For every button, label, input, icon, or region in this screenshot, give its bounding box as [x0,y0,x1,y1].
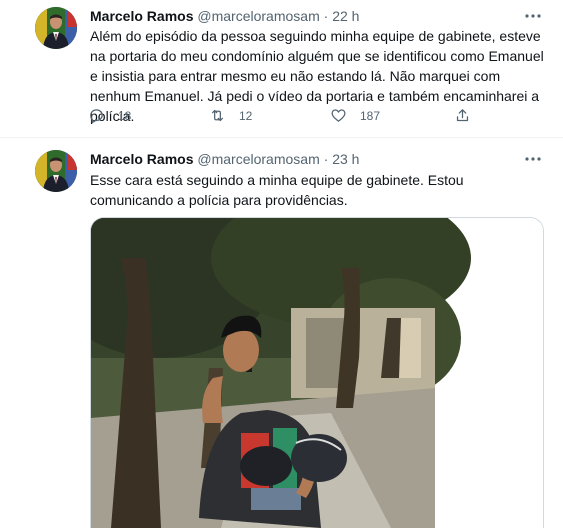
avatar[interactable] [35,150,77,192]
like-button[interactable]: 187 [330,107,380,124]
tweet-actions: 18 12 187 [88,107,488,129]
tweet-header: Marcelo Ramos @marceloramosam · 23 h [90,150,359,168]
retweet-icon [211,109,224,122]
tweet-media[interactable] [90,217,544,528]
share-icon [456,109,469,122]
photo [91,218,543,528]
tweet[interactable]: Marcelo Ramos @marceloramosam · 23 h Ess… [0,138,563,528]
tweet-header: Marcelo Ramos @marceloramosam · 22 h [90,7,359,25]
heart-icon [331,109,346,122]
reply-count: 18 [118,108,132,123]
author-name[interactable]: Marcelo Ramos [90,8,193,24]
reply-button[interactable]: 18 [88,107,131,124]
author-handle[interactable]: @marceloramosam [197,151,319,167]
more-dots-icon[interactable] [523,7,543,25]
separator: · [323,8,329,24]
avatar[interactable] [35,7,77,49]
tweet[interactable]: Marcelo Ramos @marceloramosam · 22 h Alé… [0,0,563,138]
retweet-count: 12 [239,108,253,123]
tweet-text: Esse cara está seguindo a minha equipe d… [90,172,464,208]
separator: · [323,151,329,167]
like-count: 187 [360,108,381,123]
more-dots-icon[interactable] [523,150,543,168]
retweet-button[interactable]: 12 [209,107,252,124]
timestamp[interactable]: 22 h [332,8,359,24]
timestamp[interactable]: 23 h [332,151,359,167]
share-button[interactable] [454,107,471,124]
reply-icon [90,109,103,124]
author-name[interactable]: Marcelo Ramos [90,151,193,167]
author-handle[interactable]: @marceloramosam [197,8,319,24]
